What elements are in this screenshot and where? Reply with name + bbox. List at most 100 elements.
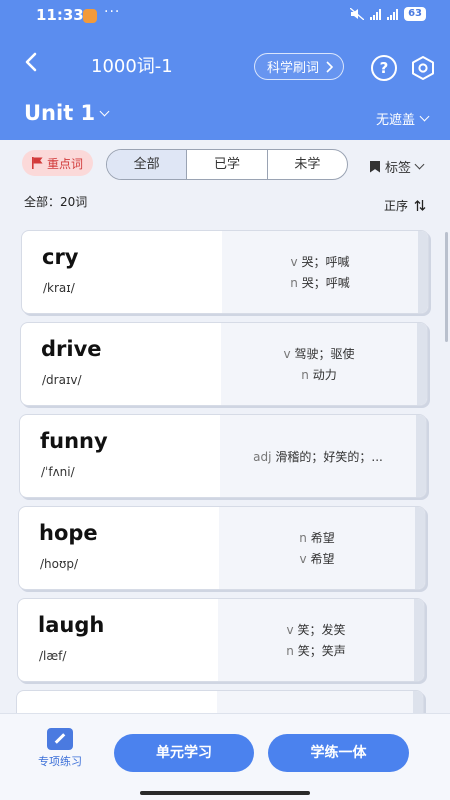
part-of-speech: v: [299, 552, 307, 566]
definition-text: 希望: [310, 552, 335, 566]
word-card[interactable]: hope /hoʊp/ n 希望 v 希望: [18, 506, 426, 590]
bookmark-icon: [370, 160, 380, 173]
tab-learned[interactable]: 已学: [186, 150, 266, 179]
word-card[interactable]: drive /draɪv/ v 驾驶；驱使 n 动力: [20, 322, 428, 406]
definition-text: 动力: [312, 368, 337, 382]
signal-icon: [370, 8, 382, 20]
cover-mode-label: 无遮盖: [375, 113, 415, 128]
part-of-speech: v: [286, 623, 294, 637]
word-card[interactable]: laugh /læf/ v 笑；发笑 n 笑；笑声: [17, 598, 425, 682]
status-indicators: 63: [350, 7, 426, 21]
chevron-right-icon: [326, 60, 334, 73]
word-phonetic: /læf/: [39, 649, 67, 663]
status-bar: 11:33 ··· 63: [0, 0, 450, 34]
part-of-speech: n: [286, 644, 294, 658]
word-list[interactable]: cry /kraɪ/ v 哭；呼喊 n 哭；呼喊 drive /draɪv/ v 驾驶…: [0, 224, 450, 714]
header: 11:33 ··· 63 1000词-1 科学刷词 ? Unit 1 无遮盖: [0, 0, 450, 140]
scientific-review-button[interactable]: 科学刷词: [254, 53, 345, 80]
definition-panel[interactable]: n 希望 v 希望: [219, 507, 425, 589]
sort-button[interactable]: 正序: [384, 197, 426, 214]
definition-line: n 希望: [299, 529, 335, 546]
definition-panel[interactable]: v 驾驶；驱使 n 动力: [221, 323, 427, 405]
definition-line: v 笑；发笑: [286, 621, 345, 638]
study-practice-button[interactable]: 学练一体: [268, 734, 409, 772]
edit-icon: [47, 728, 73, 750]
bottom-bar: 专项练习 单元学习 学练一体: [0, 713, 450, 800]
word-phonetic: /draɪv/: [42, 373, 82, 387]
definition-text: 希望: [310, 531, 335, 545]
settings-icon[interactable]: [410, 55, 436, 81]
unit-study-button[interactable]: 单元学习: [114, 734, 254, 772]
flag-icon: [32, 157, 43, 169]
definition-line: adj 滑稽的；好笑的；...: [253, 448, 383, 465]
word-text: laugh: [38, 613, 105, 637]
key-words-filter[interactable]: 重点词: [22, 150, 94, 176]
battery-icon: 63: [404, 7, 426, 21]
word-card[interactable]: [16, 690, 424, 714]
definition-text: 哭；呼喊: [301, 255, 350, 269]
sort-label: 正序: [384, 199, 409, 213]
part-of-speech: v: [283, 347, 291, 361]
definition-text: 滑稽的；好笑的；...: [275, 449, 383, 464]
definition-panel[interactable]: [217, 691, 423, 714]
chevron-down-icon: [99, 106, 110, 116]
definition-panel[interactable]: v 哭；呼喊 n 哭；呼喊: [222, 231, 428, 313]
help-icon[interactable]: ?: [371, 55, 397, 81]
word-card[interactable]: cry /kraɪ/ v 哭；呼喊 n 哭；呼喊: [21, 230, 429, 314]
status-more-icon: ···: [104, 4, 121, 20]
learned-filter-tabs: 全部 已学 未学: [106, 149, 348, 180]
definition-line: v 哭；呼喊: [290, 253, 349, 270]
definition-panel[interactable]: v 笑；发笑 n 笑；笑声: [218, 599, 424, 681]
tags-selector[interactable]: 标签: [370, 157, 425, 176]
part-of-speech: n: [290, 276, 298, 290]
list-scrollbar[interactable]: [445, 232, 448, 342]
tab-unlearned[interactable]: 未学: [266, 150, 347, 179]
part-of-speech: n: [301, 368, 309, 382]
definition-line: v 希望: [299, 550, 334, 567]
app-notification-icon: [83, 9, 97, 23]
tags-label: 标签: [385, 161, 412, 176]
mute-icon: [350, 8, 365, 20]
part-of-speech: v: [290, 255, 298, 269]
page-title: 1000词-1: [91, 56, 173, 77]
sort-icon: [414, 200, 426, 211]
word-count: 全部：20词: [24, 195, 88, 209]
home-indicator[interactable]: [140, 791, 310, 795]
definition-line: v 驾驶；驱使: [283, 345, 354, 362]
definition-panel[interactable]: adj 滑稽的；好笑的；...: [220, 415, 426, 497]
word-text: cry: [42, 245, 79, 269]
cover-mode-selector[interactable]: 无遮盖: [375, 109, 430, 128]
part-of-speech: adj: [253, 449, 272, 464]
word-phonetic: /hoʊp/: [40, 557, 79, 571]
word-card-left: cry /kraɪ/: [22, 231, 222, 313]
chevron-down-icon: [414, 159, 425, 170]
special-practice-label: 专项练习: [38, 755, 82, 768]
definition-line: n 哭；呼喊: [290, 274, 350, 291]
word-text: drive: [41, 337, 102, 361]
word-card-left: drive /draɪv/: [21, 323, 221, 405]
unit-label: Unit 1: [24, 101, 96, 125]
word-text: funny: [40, 429, 108, 453]
word-text: hope: [39, 521, 98, 545]
word-card-left: funny /ˈfʌni/: [20, 415, 220, 497]
definition-text: 笑；发笑: [297, 623, 346, 637]
definition-text: 笑；笑声: [297, 644, 346, 658]
definition-text: 驾驶；驱使: [294, 347, 355, 361]
signal-icon: [387, 8, 399, 20]
definition-line: n 笑；笑声: [286, 642, 346, 659]
special-practice-button[interactable]: 专项练习: [28, 728, 92, 769]
word-phonetic: /ˈfʌni/: [41, 465, 75, 479]
tab-all[interactable]: 全部: [107, 150, 187, 179]
status-time: 11:33: [36, 6, 84, 24]
word-card-left: [17, 691, 217, 714]
scientific-review-label: 科学刷词: [267, 61, 320, 76]
back-icon[interactable]: [20, 50, 44, 74]
definition-line: n 动力: [301, 366, 337, 383]
word-phonetic: /kraɪ/: [43, 281, 75, 295]
word-card-left: hope /hoʊp/: [19, 507, 219, 589]
word-card-left: laugh /læf/: [18, 599, 218, 681]
word-card[interactable]: funny /ˈfʌni/ adj 滑稽的；好笑的；...: [19, 414, 427, 498]
unit-selector[interactable]: Unit 1: [24, 101, 110, 125]
part-of-speech: n: [299, 531, 307, 545]
key-words-label: 重点词: [47, 156, 84, 171]
